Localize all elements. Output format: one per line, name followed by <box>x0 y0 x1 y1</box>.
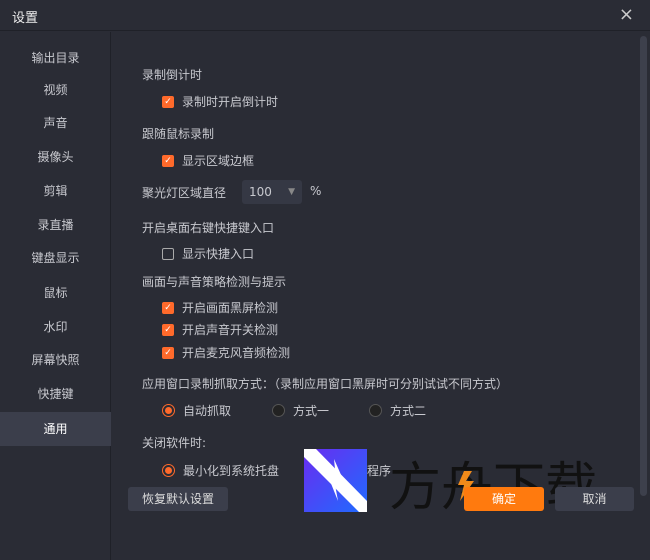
option-label: 开启画面黑屏检测 <box>182 301 279 315</box>
shortcut-entry-checkbox[interactable]: 显示快捷入口 <box>162 245 254 262</box>
sidebar-item-camera[interactable]: 摄像头 <box>0 140 111 174</box>
sidebar-item-hotkeys[interactable]: 快捷键 <box>0 377 111 411</box>
sidebar-item-mouse[interactable]: 鼠标 <box>0 276 111 310</box>
chevron-down-icon: ▼ <box>288 187 295 197</box>
countdown-checkbox[interactable]: ✓ 录制时开启倒计时 <box>162 93 278 110</box>
scrollbar[interactable] <box>640 36 647 496</box>
minimize-tray-radio[interactable]: 最小化到系统托盘 <box>162 462 279 479</box>
sidebar-item-output[interactable]: 输出目录 <box>0 41 111 75</box>
sidebar: 输出目录 视频 声音 摄像头 剪辑 录直播 键盘显示 鼠标 水印 屏幕快照 快捷… <box>0 32 111 560</box>
sidebar-item-snapshot[interactable]: 屏幕快照 <box>0 343 111 377</box>
radio-icon <box>272 404 285 417</box>
desktop-menu-title: 开启桌面右键快捷键入口 <box>142 221 275 235</box>
checkbox-unchecked-icon <box>162 247 174 260</box>
option-label: 最小化到系统托盘 <box>183 464 280 478</box>
sidebar-item-live[interactable]: 录直播 <box>0 208 111 242</box>
checkbox-checked-icon: ✓ <box>162 346 174 359</box>
option-label: 显示快捷入口 <box>182 247 255 261</box>
option-label: 自动抓取 <box>183 404 232 418</box>
detection-title: 画面与声音策略检测与提示 <box>142 275 287 289</box>
capture-auto-radio[interactable]: 自动抓取 <box>162 402 231 419</box>
checkbox-checked-icon: ✓ <box>162 154 174 167</box>
show-border-checkbox[interactable]: ✓ 显示区域边框 <box>162 152 254 169</box>
sidebar-item-general[interactable]: 通用 <box>0 412 111 446</box>
sidebar-item-video[interactable]: 视频 <box>0 73 111 107</box>
spotlight-unit: % <box>310 184 322 198</box>
ok-button[interactable]: 确定 <box>464 487 544 511</box>
radio-selected-icon <box>162 404 175 417</box>
cancel-button[interactable]: 取消 <box>555 487 634 511</box>
settings-panel: 录制倒计时 ✓ 录制时开启倒计时 跟随鼠标录制 ✓ 显示区域边框 聚光灯区域直径 1… <box>112 32 650 560</box>
option-label: 开启声音开关检测 <box>182 323 279 337</box>
radio-icon <box>369 404 382 417</box>
sound-switch-checkbox[interactable]: ✓ 开启声音开关检测 <box>162 321 278 338</box>
capture-mode2-radio[interactable]: 方式二 <box>369 402 426 419</box>
sidebar-item-edit[interactable]: 剪辑 <box>0 174 111 208</box>
option-label: 开启麦克风音频检测 <box>182 346 291 360</box>
option-label: 方式二 <box>390 404 427 418</box>
title-bar: 设置 × <box>0 0 650 31</box>
follow-mouse-title: 跟随鼠标录制 <box>142 127 215 141</box>
option-label: 录制时开启倒计时 <box>182 95 279 109</box>
capture-mode1-radio[interactable]: 方式一 <box>272 402 329 419</box>
sidebar-item-keyboard[interactable]: 键盘显示 <box>0 241 111 275</box>
spotlight-select[interactable]: 100 ▼ <box>242 180 302 204</box>
mic-audio-checkbox[interactable]: ✓ 开启麦克风音频检测 <box>162 344 290 361</box>
checkbox-checked-icon: ✓ <box>162 301 174 314</box>
select-value: 100 <box>249 185 272 199</box>
black-screen-checkbox[interactable]: ✓ 开启画面黑屏检测 <box>162 299 278 316</box>
sidebar-item-audio[interactable]: 声音 <box>0 106 111 140</box>
capture-title: 应用窗口录制抓取方式：（录制应用窗口黑屏时可分别试试不同方式） <box>142 377 509 391</box>
option-label: 显示区域边框 <box>182 154 255 168</box>
exit-program-label[interactable]: 程序 <box>367 462 391 479</box>
checkbox-checked-icon: ✓ <box>162 323 174 336</box>
spotlight-label: 聚光灯区域直径 <box>142 186 227 200</box>
radio-selected-icon <box>162 464 175 477</box>
close-behavior-title: 关闭软件时: <box>142 436 207 450</box>
reset-defaults-button[interactable]: 恢复默认设置 <box>128 487 228 511</box>
option-label: 方式一 <box>293 404 330 418</box>
checkbox-checked-icon: ✓ <box>162 95 174 108</box>
close-icon[interactable]: × <box>619 4 634 25</box>
window-title: 设置 <box>12 11 39 26</box>
countdown-title: 录制倒计时 <box>142 68 203 82</box>
sidebar-item-watermark[interactable]: 水印 <box>0 310 111 344</box>
